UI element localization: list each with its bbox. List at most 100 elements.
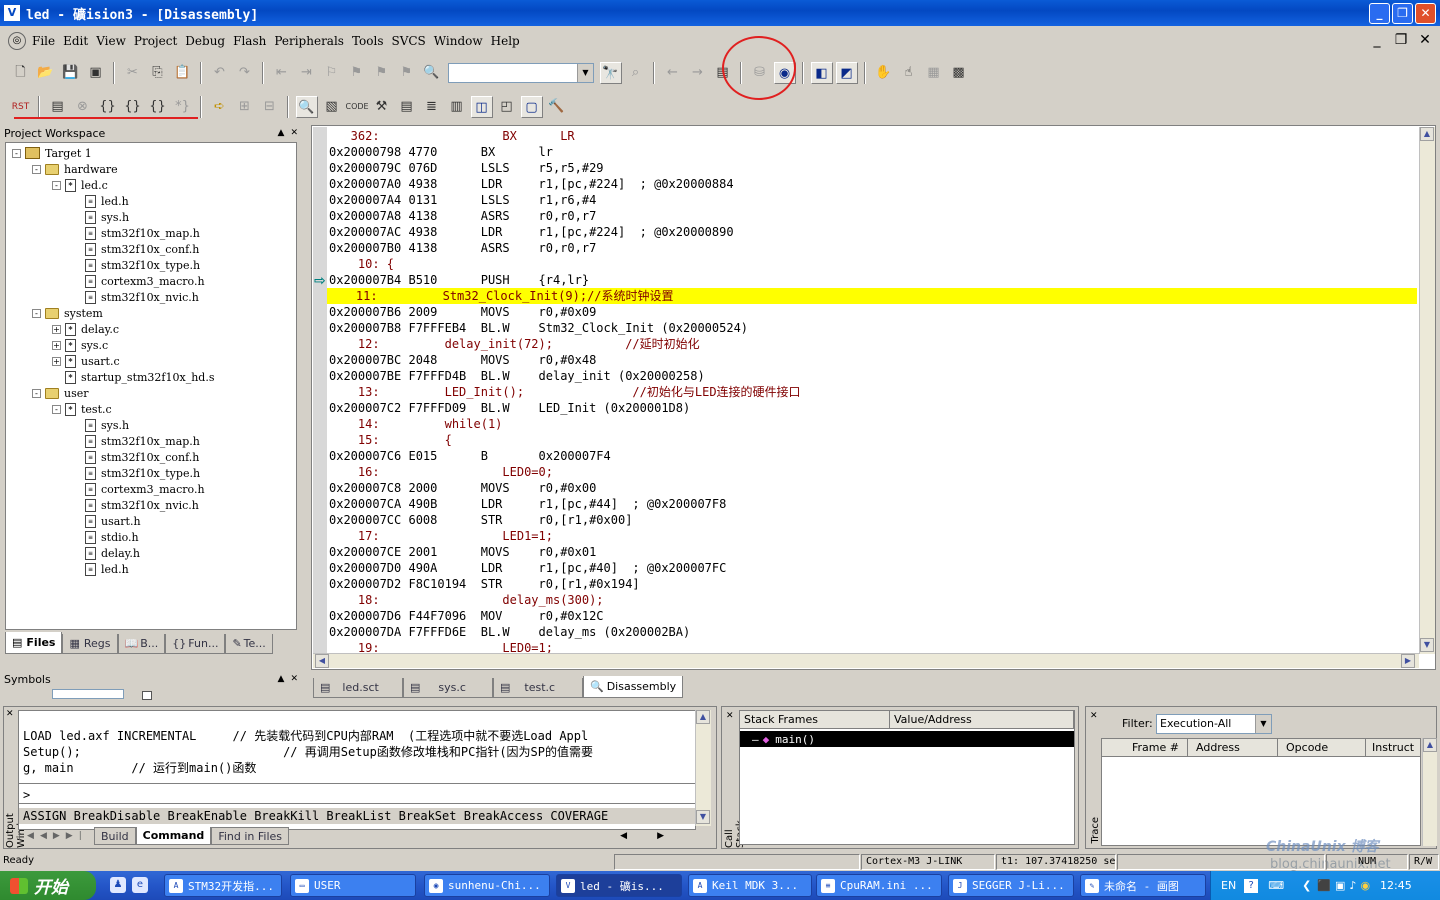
- chevron-down-icon[interactable]: ▼: [1255, 715, 1271, 733]
- indent-icon[interactable]: ⇤: [271, 62, 293, 84]
- tab-test-c[interactable]: ▤ test.c: [493, 678, 583, 698]
- minimize-button[interactable]: _: [1369, 3, 1390, 24]
- task-user-folder[interactable]: ▭ USER: [290, 874, 416, 897]
- stack-frames-header[interactable]: Stack Frames: [740, 711, 890, 729]
- close-button[interactable]: ✕: [1415, 3, 1436, 24]
- code-coverage-icon[interactable]: CODE: [346, 96, 369, 118]
- filter-select[interactable]: Execution-All ▼: [1156, 714, 1272, 734]
- source-line[interactable]: 10: {: [329, 256, 394, 272]
- expand-icon[interactable]: +: [52, 340, 61, 350]
- copy-icon[interactable]: ⎘: [147, 62, 169, 84]
- source-line[interactable]: 18: delay_ms(300);: [329, 592, 604, 608]
- current-source-line[interactable]: 11: Stm32_Clock_Init(9);//系统时钟设置: [327, 288, 1417, 304]
- watch-icon[interactable]: ▧: [321, 96, 343, 118]
- menu-debug[interactable]: Debug: [181, 34, 229, 48]
- asm-line[interactable]: 0x200007A8 4138 ASRS r0,r0,r7: [329, 208, 596, 224]
- tree-node[interactable]: - system: [32, 305, 103, 321]
- undo-icon[interactable]: ↶: [209, 62, 231, 84]
- asm-line[interactable]: 0x2000079C 076D LSLS r5,r5,#29: [329, 160, 604, 176]
- expand-icon[interactable]: +: [52, 356, 61, 366]
- menu-file[interactable]: File: [28, 34, 59, 48]
- menu-project[interactable]: Project: [130, 34, 181, 48]
- step-into-icon[interactable]: {}: [97, 96, 119, 118]
- source-line[interactable]: 19: LED0=1;: [329, 640, 553, 654]
- task-uvision[interactable]: Vled - 礦is...: [556, 874, 682, 897]
- tree-node[interactable]: ≡ usart.h: [72, 513, 141, 529]
- menu-window[interactable]: Window: [430, 34, 487, 48]
- memory-icon[interactable]: ▤: [396, 96, 418, 118]
- output-vscrollbar[interactable]: ▲ ▼: [695, 710, 711, 826]
- menu-flash[interactable]: Flash: [229, 34, 270, 48]
- asm-line[interactable]: 0x200007C2 F7FFFD09 BL.W LED_Init (0x200…: [329, 400, 690, 416]
- source-line[interactable]: 17: LED1=1;: [329, 528, 553, 544]
- unindent-icon[interactable]: ⇥: [296, 62, 318, 84]
- tab-templates[interactable]: ✎ Te...: [225, 634, 273, 654]
- source-line[interactable]: 15: {: [329, 432, 452, 448]
- restore-button[interactable]: ❐: [1392, 3, 1413, 24]
- tree-node[interactable]: ≡ sys.h: [72, 209, 129, 225]
- tree-node[interactable]: ≡ cortexm3_macro.h: [72, 273, 205, 289]
- save-icon[interactable]: 💾: [60, 62, 82, 84]
- mdi-minimize-button[interactable]: _: [1368, 32, 1386, 50]
- menu-peripherals[interactable]: Peripherals: [270, 34, 348, 48]
- asm-line[interactable]: 0x200007B8 F7FFFEB4 BL.W Stm32_Clock_Ini…: [329, 320, 748, 336]
- options-icon[interactable]: 🔨: [546, 96, 568, 118]
- asm-line[interactable]: 0x200007DA F7FFFD6E BL.W delay_ms (0x200…: [329, 624, 690, 640]
- quicklaunch-person-icon[interactable]: ♟: [110, 877, 126, 893]
- task-cpuram-ini[interactable]: ≡ CpuRAM.ini ...: [816, 874, 942, 897]
- find-in-files-icon[interactable]: 🔍: [421, 62, 443, 84]
- call-stack-row[interactable]: — ◆ main(): [740, 731, 1074, 747]
- tab-sys-c[interactable]: ▤ sys.c: [403, 678, 493, 698]
- command-prompt[interactable]: >: [23, 787, 30, 803]
- collapse-icon[interactable]: -: [12, 148, 21, 158]
- scroll-down-icon[interactable]: ▼: [1420, 638, 1434, 652]
- close-icon[interactable]: ✕: [6, 709, 14, 719]
- tree-node[interactable]: ≡ stm32f10x_type.h: [72, 257, 200, 273]
- tree-node[interactable]: ≡ stm32f10x_map.h: [72, 225, 200, 241]
- hand-icon[interactable]: ✋: [873, 62, 895, 84]
- asm-line[interactable]: 0x200007CC 6008 STR r0,[r1,#0x00]: [329, 512, 632, 528]
- close-icon[interactable]: ✕: [290, 674, 298, 684]
- asm-line[interactable]: 0x200007C8 2000 MOVS r0,#0x00: [329, 480, 596, 496]
- menu-help[interactable]: Help: [487, 34, 524, 48]
- new-file-icon[interactable]: 🗋: [10, 62, 32, 84]
- config-icon[interactable]: ▦: [923, 62, 945, 84]
- menu-svcs[interactable]: SVCS: [387, 34, 429, 48]
- quicklaunch-ie-icon[interactable]: e: [132, 877, 148, 893]
- performance-icon[interactable]: ⚒: [371, 96, 393, 118]
- asm-line[interactable]: 0x200007A0 4938 LDR r1,[pc,#224] ; @0x20…: [329, 176, 734, 192]
- close-icon[interactable]: ✕: [1090, 711, 1098, 721]
- instruction-trace-icon[interactable]: ▢: [520, 96, 543, 118]
- scroll-down-icon[interactable]: ▼: [696, 810, 710, 824]
- disassembly-window-icon[interactable]: 🔍: [295, 96, 318, 118]
- symbols-mask-input[interactable]: [52, 689, 124, 699]
- tab-functions[interactable]: {} Fun...: [165, 634, 226, 654]
- asm-line[interactable]: 0x200007A4 0131 LSLS r1,r6,#4: [329, 192, 596, 208]
- reset-icon[interactable]: RST: [10, 96, 32, 118]
- find-icon[interactable]: 🔭: [599, 62, 622, 84]
- shield-icon[interactable]: ◉: [1360, 879, 1370, 892]
- expand-icon[interactable]: +: [52, 324, 61, 334]
- tool-icon[interactable]: ▩: [948, 62, 970, 84]
- close-icon[interactable]: ✕: [290, 128, 298, 138]
- back-icon[interactable]: ←: [662, 62, 684, 84]
- collapse-icon[interactable]: -: [32, 388, 41, 398]
- asm-line[interactable]: 0x200007B6 2009 MOVS r0,#0x09: [329, 304, 596, 320]
- disassembly-vscrollbar[interactable]: ▲ ▼: [1419, 127, 1435, 654]
- find-combo[interactable]: ▼: [448, 63, 594, 83]
- collapse-icon[interactable]: -: [52, 180, 61, 190]
- tab-find-in-files[interactable]: Find in Files: [211, 827, 290, 845]
- tab-nav-arrows-icon[interactable]: |◀◀▶▶|: [18, 831, 94, 841]
- frame-header[interactable]: Frame #: [1102, 739, 1188, 757]
- run-icon[interactable]: ▤: [47, 96, 69, 118]
- asm-line[interactable]: 0x200007B0 4138 ASRS r0,r0,r7: [329, 240, 596, 256]
- language-indicator[interactable]: EN: [1221, 879, 1236, 892]
- asm-line[interactable]: 0x200007AC 4938 LDR r1,[pc,#224] ; @0x20…: [329, 224, 734, 240]
- asm-line[interactable]: 0x200007C6 E015 B 0x200007F4: [329, 448, 611, 464]
- disassembly-hscrollbar[interactable]: ◀ ▶: [313, 653, 1419, 668]
- trace-vscrollbar[interactable]: ▲: [1422, 738, 1437, 846]
- incremental-find-icon[interactable]: ⌕: [625, 62, 647, 84]
- start-button[interactable]: 开始: [0, 871, 96, 900]
- pin-icon[interactable]: ▲: [278, 674, 285, 684]
- tree-node[interactable]: * startup_stm32f10x_hd.s: [52, 369, 214, 385]
